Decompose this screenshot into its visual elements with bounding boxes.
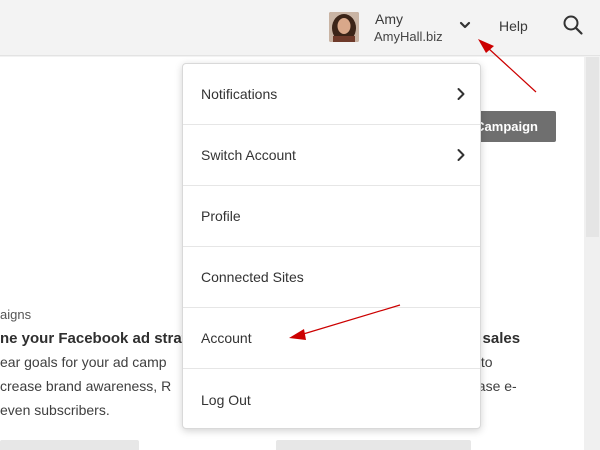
menu-item-connected-sites[interactable]: Connected Sites [183, 247, 480, 308]
user-site: AmyHall.biz [374, 29, 443, 44]
card-button-right[interactable] [276, 440, 471, 450]
menu-item-switch-account[interactable]: Switch Account [183, 125, 480, 186]
menu-item-label: Notifications [201, 86, 278, 102]
chevron-right-icon [457, 88, 465, 100]
top-header: Amy AmyHall.biz Help [0, 0, 600, 56]
card-title-facebook: ne your Facebook ad strat [0, 330, 187, 347]
chevron-down-icon[interactable] [458, 18, 472, 32]
scrollbar-thumb[interactable] [586, 57, 599, 237]
card-text-line: even subscribers. [0, 402, 110, 418]
menu-item-label: Log Out [201, 391, 251, 408]
menu-item-label: Profile [201, 208, 241, 224]
menu-item-log-out[interactable]: Log Out [183, 369, 480, 428]
search-icon[interactable] [562, 14, 584, 36]
avatar-image [329, 12, 359, 42]
menu-item-label: Account [201, 330, 252, 346]
page: Amy AmyHall.biz Help Campaign aigns ne y… [0, 0, 600, 450]
section-label: aigns [0, 307, 32, 322]
menu-item-profile[interactable]: Profile [183, 186, 480, 247]
menu-item-label: Connected Sites [201, 269, 304, 285]
menu-item-label: Switch Account [201, 147, 296, 163]
user-name: Amy [375, 11, 403, 27]
user-avatar[interactable] [329, 12, 359, 42]
card-text-line: crease brand awareness, R [0, 378, 172, 394]
card-text-line: ear goals for your ad camp [0, 354, 167, 370]
card-button-left[interactable] [0, 440, 139, 450]
account-dropdown-menu: Notifications Switch Account Profile Con… [182, 63, 481, 429]
menu-item-account[interactable]: Account [183, 308, 480, 369]
menu-item-notifications[interactable]: Notifications [183, 64, 480, 125]
chevron-right-icon [457, 149, 465, 161]
help-link[interactable]: Help [499, 18, 528, 34]
